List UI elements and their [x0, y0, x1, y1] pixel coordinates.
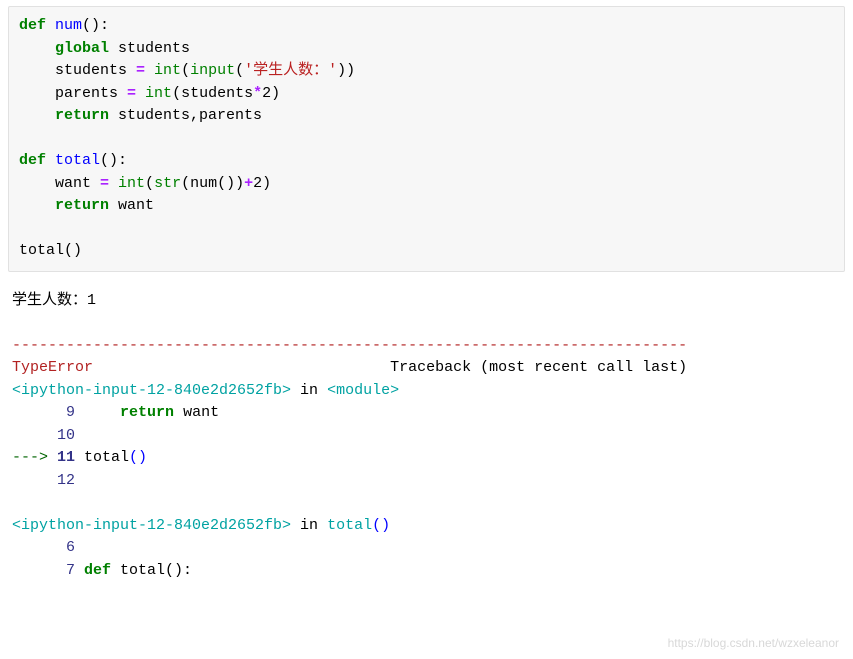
code-text: want [19, 175, 100, 192]
line-number: 12 [57, 472, 75, 489]
operator: = [100, 175, 118, 192]
pad [12, 539, 66, 556]
keyword-return: return [55, 107, 118, 124]
pad [12, 472, 57, 489]
pad [75, 404, 120, 421]
operator: = [127, 85, 145, 102]
func-name: total [55, 152, 100, 169]
operator-plus: + [244, 175, 253, 192]
line-number-current: 11 [57, 449, 84, 466]
builtin-input: input [190, 62, 235, 79]
code-text: 2) [262, 85, 280, 102]
builtin-int: int [154, 62, 181, 79]
traceback-arrow-icon: ---> [12, 449, 57, 466]
traceback-func: total [327, 517, 372, 534]
line-number: 6 [66, 539, 75, 556]
builtin-str: str [154, 175, 181, 192]
pad [12, 427, 57, 444]
call-parens: () [372, 517, 390, 534]
code-cell: def num(): global students students = in… [8, 6, 845, 272]
code-text: students,parents [118, 107, 262, 124]
operator: = [136, 62, 154, 79]
line-number: 9 [66, 404, 75, 421]
builtin-int: int [118, 175, 145, 192]
code-text: ( [145, 175, 154, 192]
code-text: 2) [253, 175, 271, 192]
traceback-source: <ipython-input-12-840e2d2652fb> [12, 517, 291, 534]
keyword-return: return [120, 404, 183, 421]
keyword-global: global [55, 40, 118, 57]
code-text: )) [337, 62, 355, 79]
code-text: total() [19, 242, 82, 259]
code-text: parents [19, 85, 127, 102]
func-name: num [55, 17, 82, 34]
line-number: 7 [66, 562, 84, 579]
pad [12, 562, 66, 579]
output-area: 学生人数：1 ---------------------------------… [0, 286, 853, 593]
traceback-source: <ipython-input-12-840e2d2652fb> [12, 382, 291, 399]
keyword-return: return [55, 197, 118, 214]
operator-star: * [253, 85, 262, 102]
code-text: total [84, 449, 129, 466]
keyword-def: def [19, 152, 55, 169]
traceback-label: Traceback (most recent call last) [93, 359, 687, 376]
code-text: total(): [120, 562, 192, 579]
builtin-int: int [145, 85, 172, 102]
code-text: (students [172, 85, 253, 102]
code-text: students [19, 62, 136, 79]
code-text: (): [100, 152, 127, 169]
code-text: ( [181, 62, 190, 79]
code-text: students [118, 40, 190, 57]
traceback-in: in [291, 517, 327, 534]
keyword-def: def [19, 17, 55, 34]
traceback-module: <module> [327, 382, 399, 399]
traceback-in: in [291, 382, 327, 399]
string-literal: '学生人数：' [244, 62, 337, 79]
code-text: (): [82, 17, 109, 34]
code-text: (num()) [181, 175, 244, 192]
watermark: https://blog.csdn.net/wzxeleanor [668, 634, 839, 652]
error-type: TypeError [12, 359, 93, 376]
pad [12, 404, 66, 421]
code-text: want [118, 197, 154, 214]
code-text: want [183, 404, 219, 421]
keyword-def: def [84, 562, 120, 579]
line-number: 10 [57, 427, 75, 444]
code-text: ( [235, 62, 244, 79]
call-parens: () [129, 449, 147, 466]
stdin-echo: 学生人数：1 [12, 292, 96, 309]
traceback-divider: ----------------------------------------… [12, 337, 687, 354]
